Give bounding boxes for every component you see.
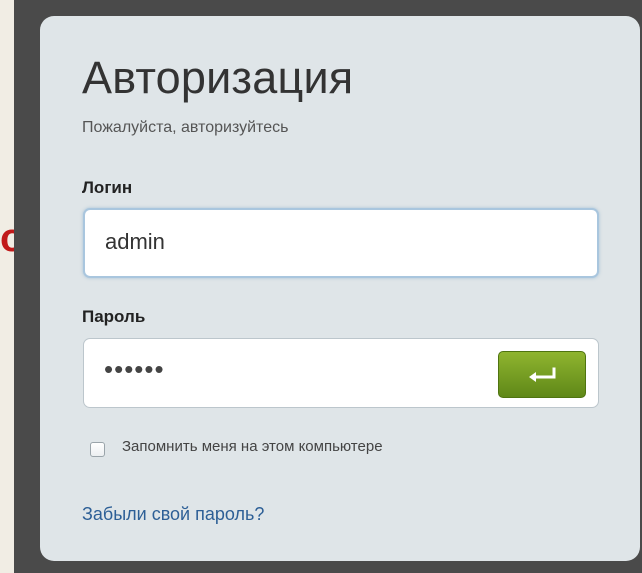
cropped-background-text: о xyxy=(0,216,14,260)
login-label: Логин xyxy=(82,178,133,197)
enter-arrow-icon xyxy=(529,367,556,382)
submit-button[interactable] xyxy=(498,351,586,398)
page-subtitle: Пожалуйста, авторизуйтесь xyxy=(82,119,289,136)
remember-label[interactable]: Запомнить меня на этом компьютере xyxy=(122,438,383,455)
password-input-value: •••••• xyxy=(104,354,165,384)
password-label: Пароль xyxy=(82,307,146,326)
login-panel: Авторизация Пожалуйста, авторизуйтесь Ло… xyxy=(40,16,640,561)
background-strip xyxy=(0,0,14,573)
remember-checkbox[interactable] xyxy=(90,442,105,457)
login-input-value: admin xyxy=(105,229,165,254)
page-title: Авторизация xyxy=(82,52,354,103)
login-window-frame: Авторизация Пожалуйста, авторизуйтесь Ло… xyxy=(14,0,642,573)
forgot-password-link[interactable]: Забыли свой пароль? xyxy=(82,504,264,525)
login-input[interactable]: admin xyxy=(83,208,599,278)
